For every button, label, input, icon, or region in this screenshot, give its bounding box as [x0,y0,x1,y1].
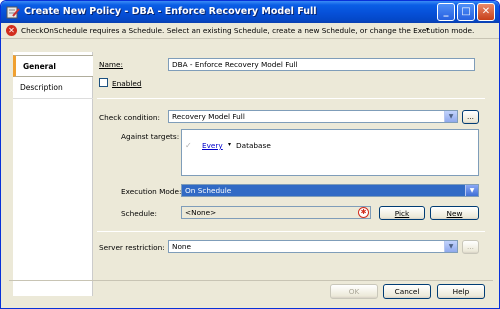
check-condition-label: Check condition: [99,113,160,122]
message-dropdown-icon[interactable]: ▾ [426,26,429,33]
target-every-link[interactable]: Every [202,141,223,150]
ok-button[interactable]: OK [330,284,378,299]
name-input[interactable]: DBA - Enforce Recovery Model Full [168,58,475,71]
schedule-label: Schedule: [121,209,157,218]
footer-divider [9,280,493,281]
divider [97,231,485,232]
target-dropdown-icon[interactable]: ▾ [228,141,231,148]
server-restriction-value: None [172,242,192,251]
message-text: CheckOnSchedule requires a Schedule. Sel… [21,26,475,35]
against-targets-label: Against targets: [121,132,180,141]
window-title: Create New Policy - DBA - Enforce Recove… [24,6,317,17]
enabled-checkbox[interactable] [99,78,108,87]
schedule-error-icon: ✱ [358,207,369,218]
help-button[interactable]: Help [437,284,485,299]
server-restriction-label: Server restriction: [99,243,165,252]
error-icon: ✕ [6,25,17,36]
name-label: Name: [99,60,123,69]
enabled-label: Enabled [112,79,142,88]
server-restriction-combo[interactable]: None ▼ [168,240,458,253]
divider [97,98,485,99]
execution-mode-label: Execution Mode: [121,187,182,196]
cancel-button[interactable]: Cancel [383,284,431,299]
tab-description[interactable]: Description [13,77,93,99]
pick-schedule-button[interactable]: Pick [379,206,425,220]
execution-mode-combo[interactable]: On Schedule ▼ [181,184,479,197]
dialog-window: Create New Policy - DBA - Enforce Recove… [0,0,500,309]
chevron-down-icon[interactable]: ▼ [444,241,457,252]
policy-icon [6,6,20,19]
execution-mode-value: On Schedule [185,186,232,195]
check-condition-combo[interactable]: Recovery Model Full ▼ [168,110,458,123]
target-database-label: Database [236,141,271,150]
server-restriction-browse-button[interactable]: ... [462,240,479,254]
minimize-button[interactable]: _ [437,3,455,21]
check-condition-value: Recovery Model Full [172,112,245,121]
maximize-button[interactable]: □ [457,3,475,21]
targets-box: ✓ Every ▾ Database [181,129,479,176]
message-bar[interactable]: ✕ CheckOnSchedule requires a Schedule. S… [1,23,499,39]
close-button[interactable]: ✕ [477,3,495,21]
schedule-field: <None> [181,206,371,219]
title-bar[interactable]: Create New Policy - DBA - Enforce Recove… [1,1,499,23]
check-icon: ✓ [185,141,192,150]
tab-general[interactable]: General [13,55,93,77]
tab-list: General Description [13,52,93,296]
chevron-down-icon[interactable]: ▼ [444,111,457,122]
general-panel: Name: DBA - Enforce Recovery Model Full … [93,52,491,280]
new-schedule-button[interactable]: New [430,206,479,220]
check-condition-browse-button[interactable]: ... [462,110,479,124]
chevron-down-icon[interactable]: ▼ [465,185,478,196]
